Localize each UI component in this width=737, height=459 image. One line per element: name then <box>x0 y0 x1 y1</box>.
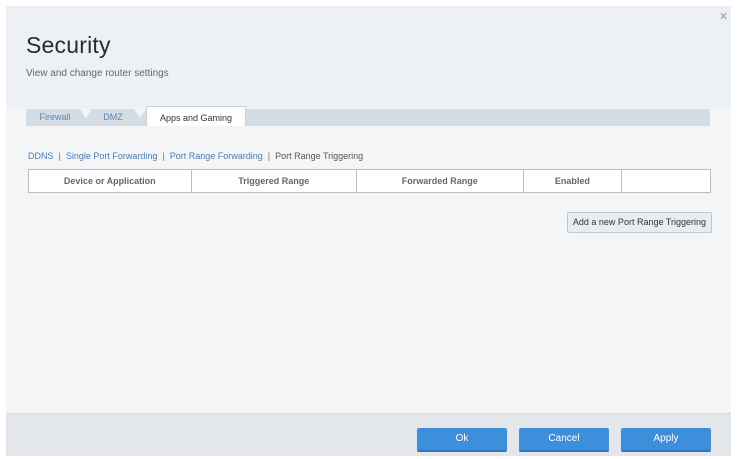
dialog-header: Security View and change router settings… <box>6 6 731 108</box>
tab-separator <box>80 109 92 118</box>
sublink-single-port-forwarding[interactable]: Single Port Forwarding <box>66 151 158 161</box>
dialog-footer: Ok Cancel Apply <box>6 413 731 456</box>
sublink-ddns[interactable]: DDNS <box>28 151 54 161</box>
sublink-port-range-triggering: Port Range Triggering <box>275 151 364 161</box>
cancel-button[interactable]: Cancel <box>519 428 609 452</box>
sub-navigation: DDNS | Single Port Forwarding | Port Range F… <box>28 151 363 161</box>
column-header-triggered-range: Triggered Range <box>190 169 358 193</box>
tab-content: DDNS | Single Port Forwarding | Port Range F… <box>26 126 712 416</box>
tab-dmz[interactable]: DMZ <box>96 109 130 126</box>
tab-firewall[interactable]: Firewall <box>34 109 76 126</box>
column-header-actions <box>621 169 711 193</box>
link-separator: | <box>267 151 271 161</box>
sublink-port-range-forwarding[interactable]: Port Range Forwarding <box>170 151 263 161</box>
column-header-device: Device or Application <box>28 169 192 193</box>
apply-button[interactable]: Apply <box>621 428 711 452</box>
link-separator: | <box>58 151 61 161</box>
close-icon[interactable]: ✕ <box>718 12 729 23</box>
tab-separator <box>134 109 146 118</box>
add-port-range-triggering-button[interactable]: Add a new Port Range Triggering <box>566 212 712 233</box>
ok-button[interactable]: Ok <box>417 428 507 452</box>
page-title: Security <box>26 32 111 58</box>
port-range-triggering-table: Device or Application Triggered Range Fo… <box>28 169 711 193</box>
security-dialog: Security View and change router settings… <box>6 6 731 456</box>
column-header-forwarded-range: Forwarded Range <box>356 169 524 193</box>
table-header-row: Device or Application Triggered Range Fo… <box>28 169 711 193</box>
tab-bar: Firewall DMZ Apps and Gaming <box>26 106 710 129</box>
page-subtitle: View and change router settings <box>26 68 169 79</box>
column-header-enabled: Enabled <box>522 169 623 193</box>
link-separator: | <box>162 151 165 161</box>
